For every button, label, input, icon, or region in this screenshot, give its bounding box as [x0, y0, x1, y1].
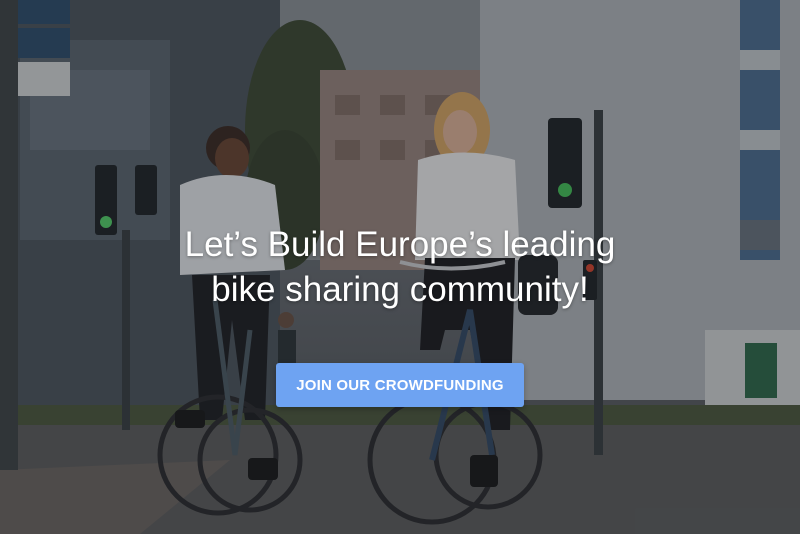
join-crowdfunding-button[interactable]: JOIN OUR CROWDFUNDING — [276, 363, 524, 407]
headline-line-2: bike sharing community! — [211, 270, 589, 309]
headline-line-1: Let’s Build Europe’s leading — [184, 225, 616, 264]
hero-section: Let’s Build Europe’s leading bike sharin… — [0, 0, 800, 534]
hero-headline: Let’s Build Europe’s leading bike sharin… — [0, 222, 800, 312]
